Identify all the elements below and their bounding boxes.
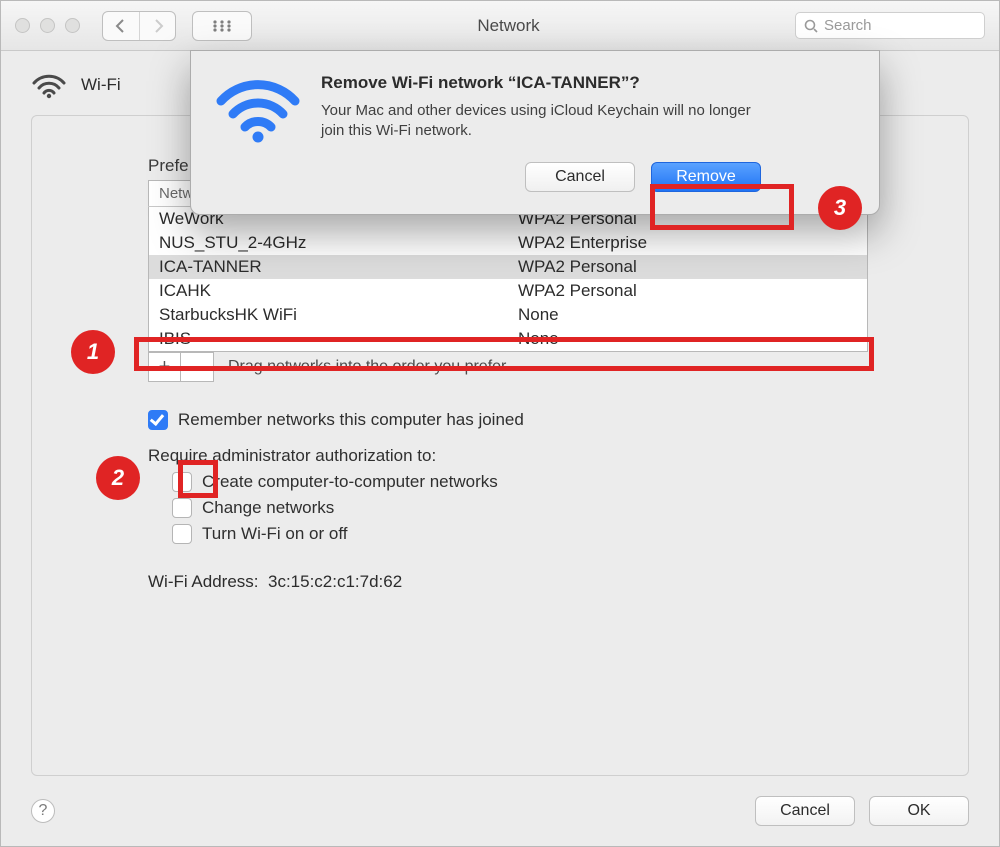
annotation-rect-3: [650, 184, 794, 230]
remember-networks-label: Remember networks this computer has join…: [178, 410, 524, 430]
admin-c2c-checkbox[interactable]: Create computer-to-computer networks: [172, 472, 916, 492]
titlebar: Network Search: [1, 1, 999, 51]
checkbox-icon: [172, 498, 192, 518]
search-icon: [804, 19, 818, 33]
table-row[interactable]: NUS_STU_2-4GHzWPA2 Enterprise: [149, 231, 868, 255]
nav-back-forward: [102, 11, 176, 41]
back-button[interactable]: [103, 12, 139, 40]
wifi-icon: [215, 73, 301, 192]
admin-change-label: Change networks: [202, 498, 334, 518]
annotation-rect-1: [134, 337, 874, 371]
search-placeholder: Search: [824, 17, 872, 34]
table-row[interactable]: ICAHKWPA2 Personal: [149, 279, 868, 303]
admin-toggle-label: Turn Wi-Fi on or off: [202, 524, 347, 544]
window-title: Network: [260, 16, 787, 36]
admin-c2c-label: Create computer-to-computer networks: [202, 472, 498, 492]
show-all-button[interactable]: [192, 11, 252, 41]
wifi-address-line: Wi-Fi Address: 3c:15:c2:c1:7d:62: [148, 572, 916, 592]
remember-networks-checkbox[interactable]: Remember networks this computer has join…: [148, 410, 916, 430]
annotation-badge-1: 1: [71, 330, 115, 374]
ok-button[interactable]: OK: [869, 796, 969, 826]
dialog-body: Your Mac and other devices using iCloud …: [321, 101, 761, 142]
close-window-button[interactable]: [15, 18, 30, 33]
wifi-icon: [31, 71, 67, 99]
search-field[interactable]: Search: [795, 12, 985, 39]
admin-change-checkbox[interactable]: Change networks: [172, 498, 916, 518]
traffic-lights: [15, 18, 80, 33]
forward-button[interactable]: [139, 12, 175, 40]
minimize-window-button[interactable]: [40, 18, 55, 33]
annotation-badge-2: 2: [96, 456, 140, 500]
tab-wifi-label: Wi-Fi: [81, 75, 121, 95]
cancel-button[interactable]: Cancel: [755, 796, 855, 826]
zoom-window-button[interactable]: [65, 18, 80, 33]
bottom-bar: ? Cancel OK: [1, 796, 999, 846]
checkbox-icon: [148, 410, 168, 430]
require-admin-label: Require administrator authorization to:: [148, 446, 916, 466]
checkbox-icon: [172, 524, 192, 544]
table-row[interactable]: ICA-TANNERWPA2 Personal: [149, 255, 868, 279]
dialog-cancel-button[interactable]: Cancel: [525, 162, 635, 192]
dialog-title: Remove Wi-Fi network “ICA-TANNER”?: [321, 73, 761, 93]
table-row[interactable]: StarbucksHK WiFiNone: [149, 303, 868, 327]
help-button[interactable]: ?: [31, 799, 55, 823]
annotation-badge-3: 3: [818, 186, 862, 230]
admin-toggle-checkbox[interactable]: Turn Wi-Fi on or off: [172, 524, 916, 544]
annotation-rect-2: [178, 460, 218, 498]
